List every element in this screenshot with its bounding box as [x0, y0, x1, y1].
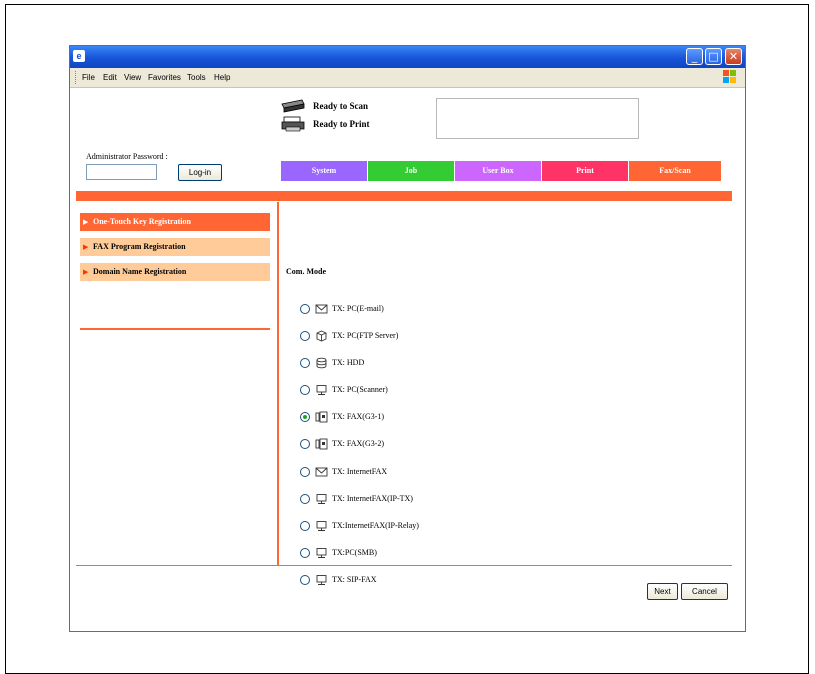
- option-label: TX: HDD: [332, 358, 365, 367]
- menu-tools[interactable]: Tools: [187, 73, 206, 82]
- radio-button[interactable]: [300, 494, 310, 504]
- envelope-icon: [315, 467, 328, 477]
- admin-password-input[interactable]: [86, 164, 157, 180]
- sidebar-item-label: FAX Program Registration: [93, 242, 186, 251]
- envelope-icon: [315, 304, 328, 314]
- pc-icon: [316, 385, 327, 395]
- windows-logo-icon: [723, 70, 737, 84]
- cancel-button[interactable]: Cancel: [681, 583, 728, 600]
- arrow-right-icon: ▶: [83, 243, 89, 251]
- footer-divider: [76, 565, 732, 566]
- message-box: [436, 98, 639, 139]
- browser-window: e _ □ ✕ File Edit View Favorites Tools H…: [69, 45, 746, 632]
- fax-icon: [315, 411, 328, 423]
- fax-icon: [315, 438, 328, 450]
- option-label: TX: FAX(G3-1): [332, 412, 385, 421]
- option-label: TX: PC(Scanner): [332, 385, 388, 394]
- radio-button[interactable]: [300, 304, 310, 314]
- option-label: TX: PC(E-mail): [332, 304, 384, 313]
- header-divider: [76, 191, 732, 201]
- com-mode-title: Com. Mode: [286, 267, 326, 276]
- option-label: TX:InternetFAX(IP-Relay): [332, 521, 419, 530]
- option-label: TX: InternetFAX: [332, 467, 388, 476]
- sidebar-divider: [80, 328, 270, 330]
- radio-button[interactable]: [300, 521, 310, 531]
- pc-icon: [316, 575, 327, 585]
- option-label: TX: FAX(G3-2): [332, 439, 385, 448]
- menu-grip[interactable]: [75, 71, 78, 84]
- ftp-server-icon: [316, 330, 327, 342]
- radio-button[interactable]: [300, 385, 310, 395]
- tab-job[interactable]: Job: [368, 161, 454, 181]
- radio-button[interactable]: [300, 548, 310, 558]
- menu-view[interactable]: View: [124, 73, 141, 82]
- admin-password-label: Administrator Password :: [86, 152, 168, 161]
- login-button[interactable]: Log-in: [178, 164, 222, 181]
- sidebar-item-one-touch-key[interactable]: ▶ One-Touch Key Registration: [80, 213, 270, 231]
- close-button[interactable]: ✕: [725, 48, 742, 65]
- menu-edit[interactable]: Edit: [103, 73, 117, 82]
- menu-favorites[interactable]: Favorites: [148, 73, 181, 82]
- sidebar-item-label: Domain Name Registration: [93, 267, 187, 276]
- menu-help[interactable]: Help: [214, 73, 230, 82]
- vertical-divider: [277, 202, 279, 565]
- tab-print[interactable]: Print: [542, 161, 628, 181]
- radio-button[interactable]: [300, 467, 310, 477]
- scan-status-text: Ready to Scan: [313, 101, 369, 111]
- pc-icon: [316, 521, 327, 531]
- menu-file[interactable]: File: [82, 73, 95, 82]
- tab-system[interactable]: System: [281, 161, 367, 181]
- arrow-right-icon: ▶: [83, 268, 89, 276]
- ie-icon: e: [73, 50, 85, 62]
- next-button[interactable]: Next: [647, 583, 678, 600]
- menu-bar: File Edit View Favorites Tools Help: [70, 68, 745, 88]
- printer-icon: [281, 116, 305, 132]
- pc-icon: [316, 548, 327, 558]
- option-label: TX: InternetFAX(IP-TX): [332, 494, 413, 503]
- hdd-icon: [316, 357, 327, 369]
- option-label: TX: PC(FTP Server): [332, 331, 399, 340]
- sidebar-item-fax-program[interactable]: ▶ FAX Program Registration: [80, 238, 270, 256]
- sidebar-item-domain-name[interactable]: ▶ Domain Name Registration: [80, 263, 270, 281]
- pc-icon: [316, 494, 327, 504]
- option-label: TX: SIP-FAX: [332, 575, 377, 584]
- sidebar-item-label: One-Touch Key Registration: [93, 217, 191, 226]
- tab-fax-scan[interactable]: Fax/Scan: [629, 161, 721, 181]
- minimize-button[interactable]: _: [686, 48, 703, 65]
- radio-button[interactable]: [300, 358, 310, 368]
- arrow-right-icon: ▶: [83, 218, 89, 226]
- page-content: Ready to Scan Ready to Print Administrat…: [70, 88, 745, 631]
- print-status-text: Ready to Print: [313, 119, 370, 129]
- option-label: TX:PC(SMB): [332, 548, 377, 557]
- radio-selected-dot: [303, 415, 307, 419]
- radio-button[interactable]: [300, 575, 310, 585]
- maximize-button[interactable]: □: [705, 48, 722, 65]
- radio-button[interactable]: [300, 439, 310, 449]
- radio-button[interactable]: [300, 412, 310, 422]
- radio-button[interactable]: [300, 331, 310, 341]
- tab-user-box[interactable]: User Box: [455, 161, 541, 181]
- title-bar: e _ □ ✕: [70, 46, 745, 68]
- scanner-icon: [281, 99, 305, 113]
